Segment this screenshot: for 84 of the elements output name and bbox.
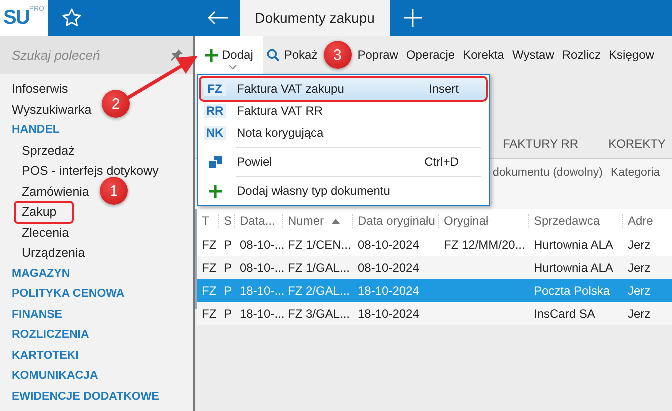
table-row[interactable]: FZ P 08-10-... FZ 1/CEN... 08-10-2024 FZ 12/MM/20... Hurtownia ALA Jerz bbox=[197, 233, 672, 256]
table-cell: 08-10-... bbox=[240, 260, 285, 274]
table-cell: Jerz bbox=[628, 238, 651, 252]
table-cell: InsCard SA bbox=[534, 306, 596, 320]
search-field[interactable]: Szukaj poleceń bbox=[0, 36, 193, 74]
table-cell: Jerz bbox=[628, 260, 651, 274]
table-cell: Hurtownia ALA bbox=[534, 260, 614, 274]
column-header[interactable]: Adre bbox=[623, 214, 672, 228]
table-cell: 18-10-... bbox=[240, 284, 285, 298]
table-cell: 18-10-2024 bbox=[358, 306, 420, 320]
step-badge: 3 bbox=[324, 41, 352, 69]
table-row[interactable]: FZ P 08-10-... FZ 1/GAL... 08-10-2024 Hurtownia ALA Jerz bbox=[197, 256, 672, 279]
table-cell: FZ bbox=[202, 284, 217, 298]
pin-icon[interactable] bbox=[171, 49, 183, 61]
highlight-outline bbox=[14, 201, 74, 224]
table-cell: FZ 2/GAL... bbox=[288, 284, 350, 298]
column-header[interactable]: Data oryginału bbox=[353, 214, 439, 228]
column-header[interactable]: T bbox=[197, 214, 219, 228]
table-cell: FZ bbox=[202, 260, 217, 274]
sidebar-item[interactable]: Zlecenia bbox=[22, 222, 70, 243]
table-cell: FZ bbox=[202, 306, 217, 320]
toolbar-button[interactable]: Operacje bbox=[402, 36, 460, 74]
sidebar-item[interactable]: Zamówienia bbox=[22, 182, 90, 202]
sidebar-item[interactable]: Infoserwis bbox=[12, 79, 68, 100]
column-header[interactable]: Numer bbox=[283, 214, 353, 228]
toolbar-button[interactable]: Pokaż bbox=[263, 36, 322, 74]
table-cell: Jerz bbox=[628, 306, 651, 320]
table-cell: P bbox=[224, 260, 232, 274]
sidebar-item[interactable]: ROZLICZENIA bbox=[12, 325, 90, 346]
table-cell: FZ 3/GAL... bbox=[288, 306, 350, 320]
sidebar-item[interactable]: FINANSE bbox=[12, 304, 62, 325]
table-cell: FZ 1/CEN... bbox=[288, 238, 352, 252]
menu-item[interactable]: NK Nota korygująca bbox=[201, 122, 486, 144]
column-header[interactable]: Data... bbox=[235, 214, 283, 228]
sidebar-item[interactable]: Wyszukiwarka bbox=[12, 100, 92, 120]
table-cell: FZ 1/GAL... bbox=[288, 260, 350, 274]
sidebar-item[interactable]: Sprzedaż bbox=[22, 140, 75, 161]
table-cell: 18-10-... bbox=[240, 306, 285, 320]
sidebar-item[interactable]: Urządzenia bbox=[22, 243, 86, 264]
table-cell: 08-10-... bbox=[240, 238, 285, 252]
sidebar-item[interactable]: Zakup bbox=[22, 202, 57, 222]
sidebar-item[interactable]: HANDEL bbox=[12, 120, 60, 140]
toolbar-button[interactable]: Wystaw bbox=[508, 36, 558, 74]
menu-item[interactable]: FZ Faktura VAT zakupu Insert bbox=[201, 78, 486, 100]
toolbar-button[interactable]: Dodaj bbox=[195, 36, 264, 74]
table-cell: FZ bbox=[202, 238, 217, 252]
table-row[interactable]: FZ P 18-10-... FZ 3/GAL... 18-10-2024 InsCard SA Jerz bbox=[197, 302, 672, 325]
plus-icon[interactable] bbox=[404, 9, 422, 27]
column-header[interactable]: Sprzedawca bbox=[529, 214, 623, 228]
table-cell: P bbox=[224, 306, 232, 320]
document-type-tab[interactable]: KOREKTY bbox=[608, 137, 666, 151]
menu-item[interactable]: Powiel Ctrl+D bbox=[201, 151, 486, 173]
toolbar-button[interactable]: Korekta bbox=[459, 36, 508, 74]
table-cell: Poczta Polska bbox=[534, 284, 610, 298]
sidebar-item[interactable]: KARTOTEKI bbox=[12, 346, 79, 366]
table-cell: 08-10-2024 bbox=[358, 238, 420, 252]
column-header[interactable]: Oryginał bbox=[439, 214, 529, 228]
sidebar-item[interactable]: KOMUNIKACJA bbox=[12, 366, 98, 386]
table-cell: Hurtownia ALA bbox=[534, 238, 614, 252]
table-cell: 08-10-2024 bbox=[358, 260, 420, 274]
menu-item[interactable]: Dodaj własny typ dokumentu bbox=[201, 180, 486, 202]
plus-icon bbox=[205, 48, 218, 62]
search-icon bbox=[267, 48, 280, 62]
back-arrow-icon[interactable] bbox=[206, 11, 228, 25]
table-cell: P bbox=[224, 238, 232, 252]
sidebar-item[interactable]: POLITYKA CENOWA bbox=[12, 284, 125, 304]
toolbar-button[interactable]: Rozlicz bbox=[558, 36, 606, 74]
toolbar-button[interactable]: Księgow bbox=[605, 36, 658, 74]
menu-item[interactable]: RR Faktura VAT RR bbox=[201, 100, 486, 122]
filter-label[interactable]: dokumentu (dowolny) bbox=[493, 167, 603, 209]
star-icon[interactable] bbox=[62, 8, 82, 28]
table-cell: 18-10-2024 bbox=[358, 284, 420, 298]
filter-label[interactable]: Kategoria bbox=[610, 167, 660, 209]
copy-icon bbox=[208, 156, 222, 168]
sidebar-item[interactable]: EWIDENCJE DODATKOWE bbox=[12, 386, 160, 407]
chevron-down-icon bbox=[229, 65, 238, 70]
document-type-tab[interactable]: FAKTURY RR bbox=[503, 137, 579, 151]
toolbar-button[interactable]: Popraw bbox=[354, 36, 402, 74]
sidebar-item[interactable]: MAGAZYN bbox=[12, 264, 70, 284]
table-cell: Jerz bbox=[628, 284, 651, 298]
table-cell: P bbox=[224, 284, 232, 298]
column-header[interactable]: S bbox=[219, 214, 235, 228]
plus-icon bbox=[208, 184, 222, 198]
table-cell: FZ 12/MM/20... bbox=[444, 238, 526, 252]
